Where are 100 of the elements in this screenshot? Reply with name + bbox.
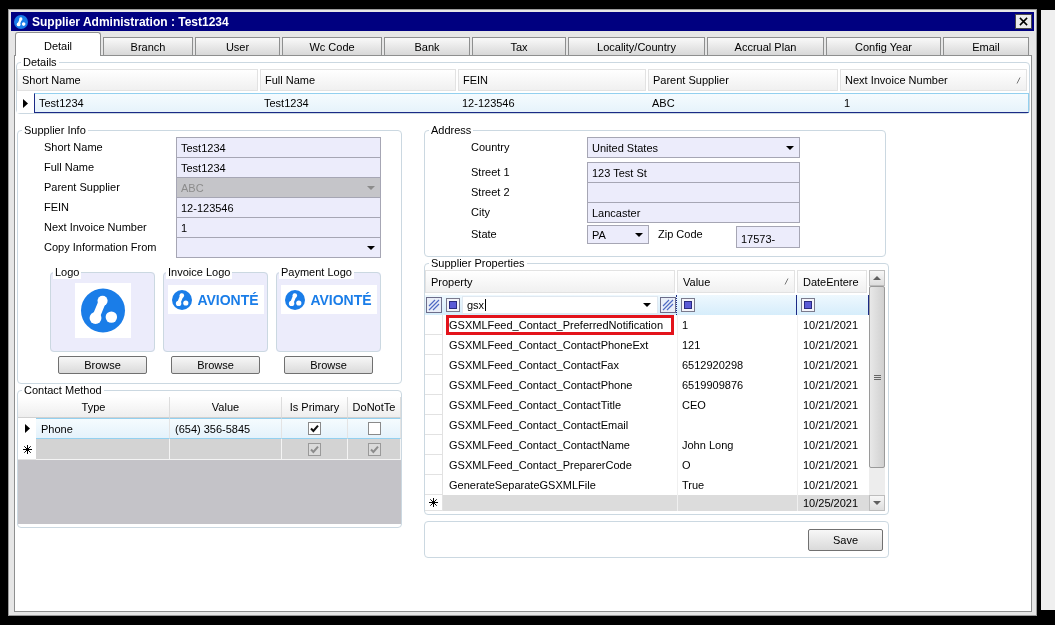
hatched-square-icon[interactable] <box>660 297 676 313</box>
tab[interactable]: Branch <box>103 37 193 55</box>
asterisk-icon <box>429 498 438 507</box>
checkbox[interactable] <box>367 442 381 456</box>
column-header[interactable]: FEIN <box>458 69 646 91</box>
tab[interactable]: Accrual Plan <box>707 37 824 55</box>
table-cell: 10/21/2021 <box>803 419 859 431</box>
filter-field[interactable]: gsx <box>462 296 658 314</box>
text-field[interactable]: 123 Test St <box>587 162 800 183</box>
table-cell: (654) 356-5845 <box>175 422 251 435</box>
column-header[interactable]: Value <box>170 397 282 418</box>
tab[interactable]: Email <box>943 37 1029 55</box>
field-label: Street 2 <box>471 185 511 198</box>
caret-icon <box>786 145 794 150</box>
table-cell: 10/21/2021 <box>803 439 859 451</box>
group-title: Supplier Info <box>23 124 87 137</box>
caret-icon <box>635 232 643 237</box>
table-cell: 10/21/2021 <box>803 459 859 471</box>
browse-button[interactable]: Browse <box>284 356 373 374</box>
text-field[interactable]: Test1234 <box>176 157 381 178</box>
square-icon[interactable] <box>801 298 815 312</box>
scroll-down-button[interactable] <box>869 495 885 511</box>
text-field[interactable]: Lancaster <box>587 202 800 223</box>
table-cell: 10/21/2021 <box>803 379 859 391</box>
slash-mark-icon <box>784 278 789 285</box>
tab[interactable]: Tax <box>472 37 566 55</box>
triangle-right-icon <box>23 98 28 108</box>
scrollbar-track[interactable] <box>869 270 885 511</box>
field-label: State <box>471 228 498 240</box>
field-label: City <box>471 205 491 218</box>
table-cell: 10/21/2021 <box>803 359 859 371</box>
text-field[interactable]: 12-123546 <box>176 197 381 218</box>
field-label: Short Name <box>44 140 104 153</box>
table-cell: 121 <box>682 339 701 351</box>
text-field[interactable]: Test1234 <box>176 137 381 158</box>
column-header[interactable]: DateEntere <box>797 270 867 293</box>
scroll-thumb[interactable] <box>869 286 885 468</box>
column-header[interactable]: Is Primary <box>282 397 348 418</box>
table-cell: 1 <box>844 97 851 109</box>
up-arrow-icon <box>873 276 881 280</box>
table-cell: 6519909876 <box>682 379 744 391</box>
field-label: Next Invoice Number <box>44 220 148 233</box>
table-cell: 1 <box>682 319 689 331</box>
dropdown[interactable]: PA <box>587 225 649 244</box>
checkbox[interactable] <box>367 422 381 435</box>
caret-icon <box>367 185 375 190</box>
text-field[interactable]: 17573- <box>736 226 800 248</box>
logo-wordmark: AVIONTÉ <box>197 291 259 308</box>
column-header[interactable]: Property <box>425 270 675 293</box>
group-title: Invoice Logo <box>166 266 233 279</box>
group-title: Contact Method <box>23 384 103 397</box>
table-cell: CEO <box>682 399 706 411</box>
tab[interactable]: Locality/Country <box>568 37 705 55</box>
column-header[interactable]: Short Name <box>17 69 258 91</box>
column-header[interactable]: Value <box>677 270 795 293</box>
table-cell: GSXMLFeed_Contact_ContactEmail <box>449 419 629 431</box>
browse-button[interactable]: Browse <box>171 356 260 374</box>
field-label: Full Name <box>44 160 96 173</box>
triangle-right-icon <box>24 424 30 433</box>
scroll-up-button[interactable] <box>869 270 885 286</box>
hatched-square-icon[interactable] <box>426 297 442 313</box>
browse-button[interactable]: Browse <box>58 356 147 374</box>
tab[interactable]: Wc Code <box>282 37 382 55</box>
tab[interactable]: Bank <box>384 37 470 55</box>
field-label: Street 1 <box>471 165 511 178</box>
group-title: Payment Logo <box>279 266 354 279</box>
save-button[interactable]: Save <box>808 528 883 551</box>
text-field[interactable] <box>587 182 800 203</box>
table-cell: ABC <box>652 97 675 109</box>
row-selector[interactable] <box>18 439 36 460</box>
row-selector[interactable] <box>18 418 36 439</box>
table-cell: GSXMLFeed_Contact_ContactFax <box>449 359 619 371</box>
text-field[interactable]: 1 <box>176 217 381 238</box>
square-icon[interactable] <box>446 298 460 312</box>
table-cell: O <box>682 459 691 471</box>
column-header[interactable]: Full Name <box>260 69 456 91</box>
column-header[interactable]: Type <box>18 397 170 418</box>
checkbox[interactable] <box>308 422 321 435</box>
table-cell: GSXMLFeed_Contact_ContactPhoneExt <box>449 339 649 351</box>
table-cell: GSXMLFeed_Contact_ContactName <box>449 439 630 451</box>
row-selector[interactable] <box>425 495 443 511</box>
column-header[interactable]: Parent Supplier <box>648 69 838 91</box>
tab[interactable]: Config Year <box>826 37 941 55</box>
tab[interactable]: User <box>195 37 280 55</box>
table-cell: 10/21/2021 <box>803 339 859 351</box>
square-icon[interactable] <box>681 298 695 312</box>
field-label: Zip Code <box>658 228 704 240</box>
logo-icon <box>285 289 306 310</box>
table-cell: GSXMLFeed_Contact_PreparerCode <box>449 459 632 471</box>
column-header[interactable]: Next Invoice Number <box>840 69 1027 91</box>
asterisk-icon <box>22 444 32 454</box>
table-cell: 6512920298 <box>682 359 744 371</box>
dropdown[interactable] <box>176 237 381 258</box>
tab[interactable]: Detail <box>15 32 101 56</box>
column-header[interactable]: DoNotTe <box>348 397 401 418</box>
table-cell: GenerateSeparateGSXMLFile <box>449 479 596 491</box>
close-button[interactable] <box>1015 14 1032 29</box>
grip-icon <box>873 374 881 380</box>
dropdown[interactable]: United States <box>587 137 800 158</box>
checkbox[interactable] <box>308 442 321 456</box>
